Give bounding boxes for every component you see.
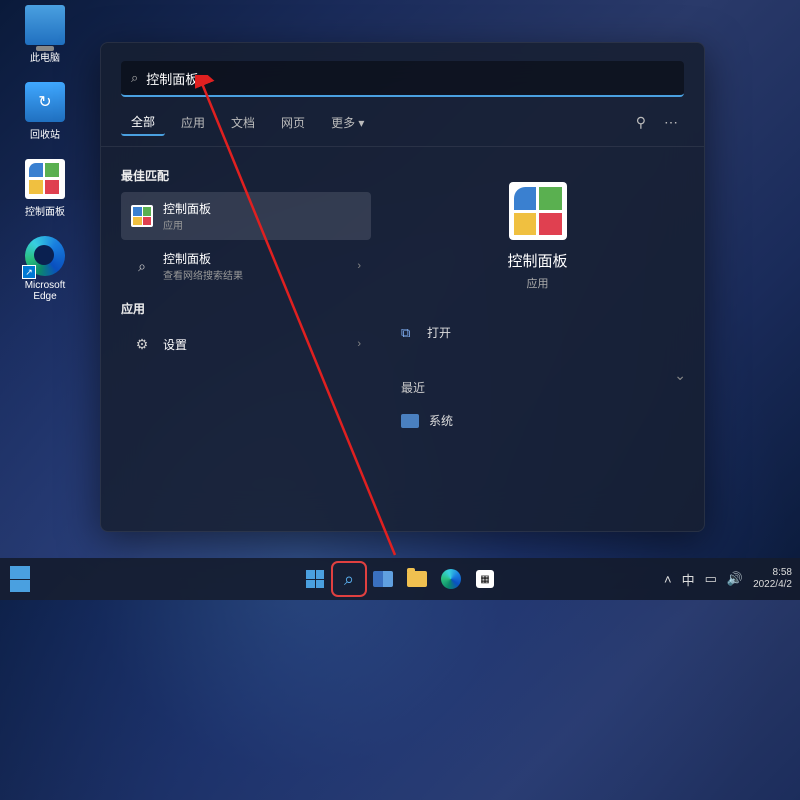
- search-preview-pane: 控制面板 应用 ⧉ 打开 ⌄ 最近 系统: [381, 147, 704, 525]
- edge-icon: ↗: [25, 236, 65, 276]
- desktop-icons: 此电脑 回收站 控制面板 ↗ Microsoft Edge: [15, 5, 75, 320]
- expand-actions-button[interactable]: ⌄: [674, 367, 686, 384]
- search-icon: ⌕: [131, 70, 138, 86]
- edge-icon: [441, 569, 461, 589]
- recent-item-system[interactable]: 系统: [391, 406, 684, 435]
- taskbar-left: [10, 566, 30, 592]
- tray-volume-icon[interactable]: 🔊: [727, 571, 743, 587]
- chevron-right-icon: ›: [357, 338, 361, 350]
- desktop-icon-label: 此电脑: [15, 49, 75, 64]
- clock-time: 8:58: [753, 567, 792, 579]
- taskbar-search-button[interactable]: ⌕: [334, 564, 364, 594]
- tray-network-icon[interactable]: ▭: [705, 571, 717, 587]
- result-name: 设置: [163, 336, 357, 353]
- taskbar-explorer-button[interactable]: [402, 564, 432, 594]
- recent-item-label: 系统: [429, 412, 453, 429]
- widgets-icon: [373, 571, 393, 587]
- action-label: 打开: [427, 324, 451, 341]
- taskbar-corner-icon[interactable]: [10, 566, 30, 592]
- search-box[interactable]: ⌕: [121, 61, 684, 97]
- filter-tab-apps[interactable]: 应用: [171, 110, 215, 135]
- result-name: 控制面板: [163, 250, 357, 267]
- desktop-icon-control-panel[interactable]: 控制面板: [15, 159, 75, 218]
- control-panel-icon: [509, 182, 567, 240]
- store-icon: ▦: [476, 570, 494, 588]
- desktop-icon-recycle-bin[interactable]: 回收站: [15, 82, 75, 141]
- search-filter-bar: 全部 应用 文档 网页 更多 ▾ ⚲ ⋯: [101, 97, 704, 147]
- taskbar-center: ⌕ ▦: [300, 564, 500, 594]
- control-panel-icon: [131, 205, 153, 227]
- preview-title: 控制面板: [391, 250, 684, 271]
- search-input[interactable]: [146, 71, 674, 86]
- tray-ime-indicator[interactable]: 中: [682, 570, 695, 589]
- recycle-bin-icon: [25, 82, 65, 122]
- taskbar-clock[interactable]: 8:58 2022/4/2: [753, 567, 792, 591]
- desktop-icon-label: 回收站: [15, 126, 75, 141]
- section-best-match: 最佳匹配: [121, 167, 371, 184]
- result-name: 控制面板: [163, 200, 361, 217]
- shortcut-badge-icon: ↗: [22, 265, 36, 279]
- tray-chevron-icon[interactable]: ˄: [664, 572, 672, 587]
- taskbar-widgets-button[interactable]: [368, 564, 398, 594]
- taskbar-store-button[interactable]: ▦: [470, 564, 500, 594]
- result-control-panel[interactable]: 控制面板 应用: [121, 192, 371, 240]
- system-icon: [401, 414, 419, 428]
- search-icon: ⌕: [131, 255, 153, 277]
- desktop-icon-label: Microsoft Edge: [15, 280, 75, 302]
- taskbar-tray: ˄ 中 ▭ 🔊 8:58 2022/4/2: [664, 567, 792, 591]
- filter-tab-web[interactable]: 网页: [271, 110, 315, 135]
- result-subtitle: 查看网络搜索结果: [163, 267, 357, 282]
- desktop-icon-this-pc[interactable]: 此电脑: [15, 5, 75, 64]
- desktop-icon-label: 控制面板: [15, 203, 75, 218]
- filter-more-label: 更多: [331, 116, 355, 130]
- taskbar-edge-button[interactable]: [436, 564, 466, 594]
- gear-icon: ⚙: [131, 333, 153, 355]
- action-open[interactable]: ⧉ 打开: [391, 316, 684, 349]
- start-search-panel: ⌕ 全部 应用 文档 网页 更多 ▾ ⚲ ⋯ 最佳匹配 控制面板 应用 ⌕ 控制…: [100, 42, 705, 532]
- result-subtitle: 应用: [163, 217, 361, 232]
- windows-icon: [306, 570, 324, 588]
- clock-date: 2022/4/2: [753, 579, 792, 591]
- control-panel-icon: [25, 159, 65, 199]
- more-options-icon[interactable]: ⋯: [658, 114, 684, 131]
- desktop-icon-edge[interactable]: ↗ Microsoft Edge: [15, 236, 75, 302]
- chevron-right-icon: ›: [357, 260, 361, 272]
- filter-tab-more[interactable]: 更多 ▾: [321, 110, 374, 135]
- start-button[interactable]: [300, 564, 330, 594]
- search-results-list: 最佳匹配 控制面板 应用 ⌕ 控制面板 查看网络搜索结果 › 应用 ⚙: [101, 147, 381, 525]
- account-icon[interactable]: ⚲: [630, 114, 652, 131]
- taskbar: ⌕ ▦ ˄ 中 ▭ 🔊 8:58 2022/4/2: [0, 558, 800, 600]
- preview-subtitle: 应用: [391, 275, 684, 291]
- result-settings[interactable]: ⚙ 设置 ›: [121, 325, 371, 363]
- filter-tab-all[interactable]: 全部: [121, 109, 165, 136]
- folder-icon: [407, 571, 427, 587]
- filter-tab-docs[interactable]: 文档: [221, 110, 265, 135]
- result-web-search[interactable]: ⌕ 控制面板 查看网络搜索结果 ›: [121, 242, 371, 290]
- search-icon: ⌕: [344, 569, 354, 590]
- open-icon: ⧉: [401, 325, 419, 341]
- pc-icon: [25, 5, 65, 45]
- recent-header: 最近: [401, 379, 684, 396]
- section-apps: 应用: [121, 300, 371, 317]
